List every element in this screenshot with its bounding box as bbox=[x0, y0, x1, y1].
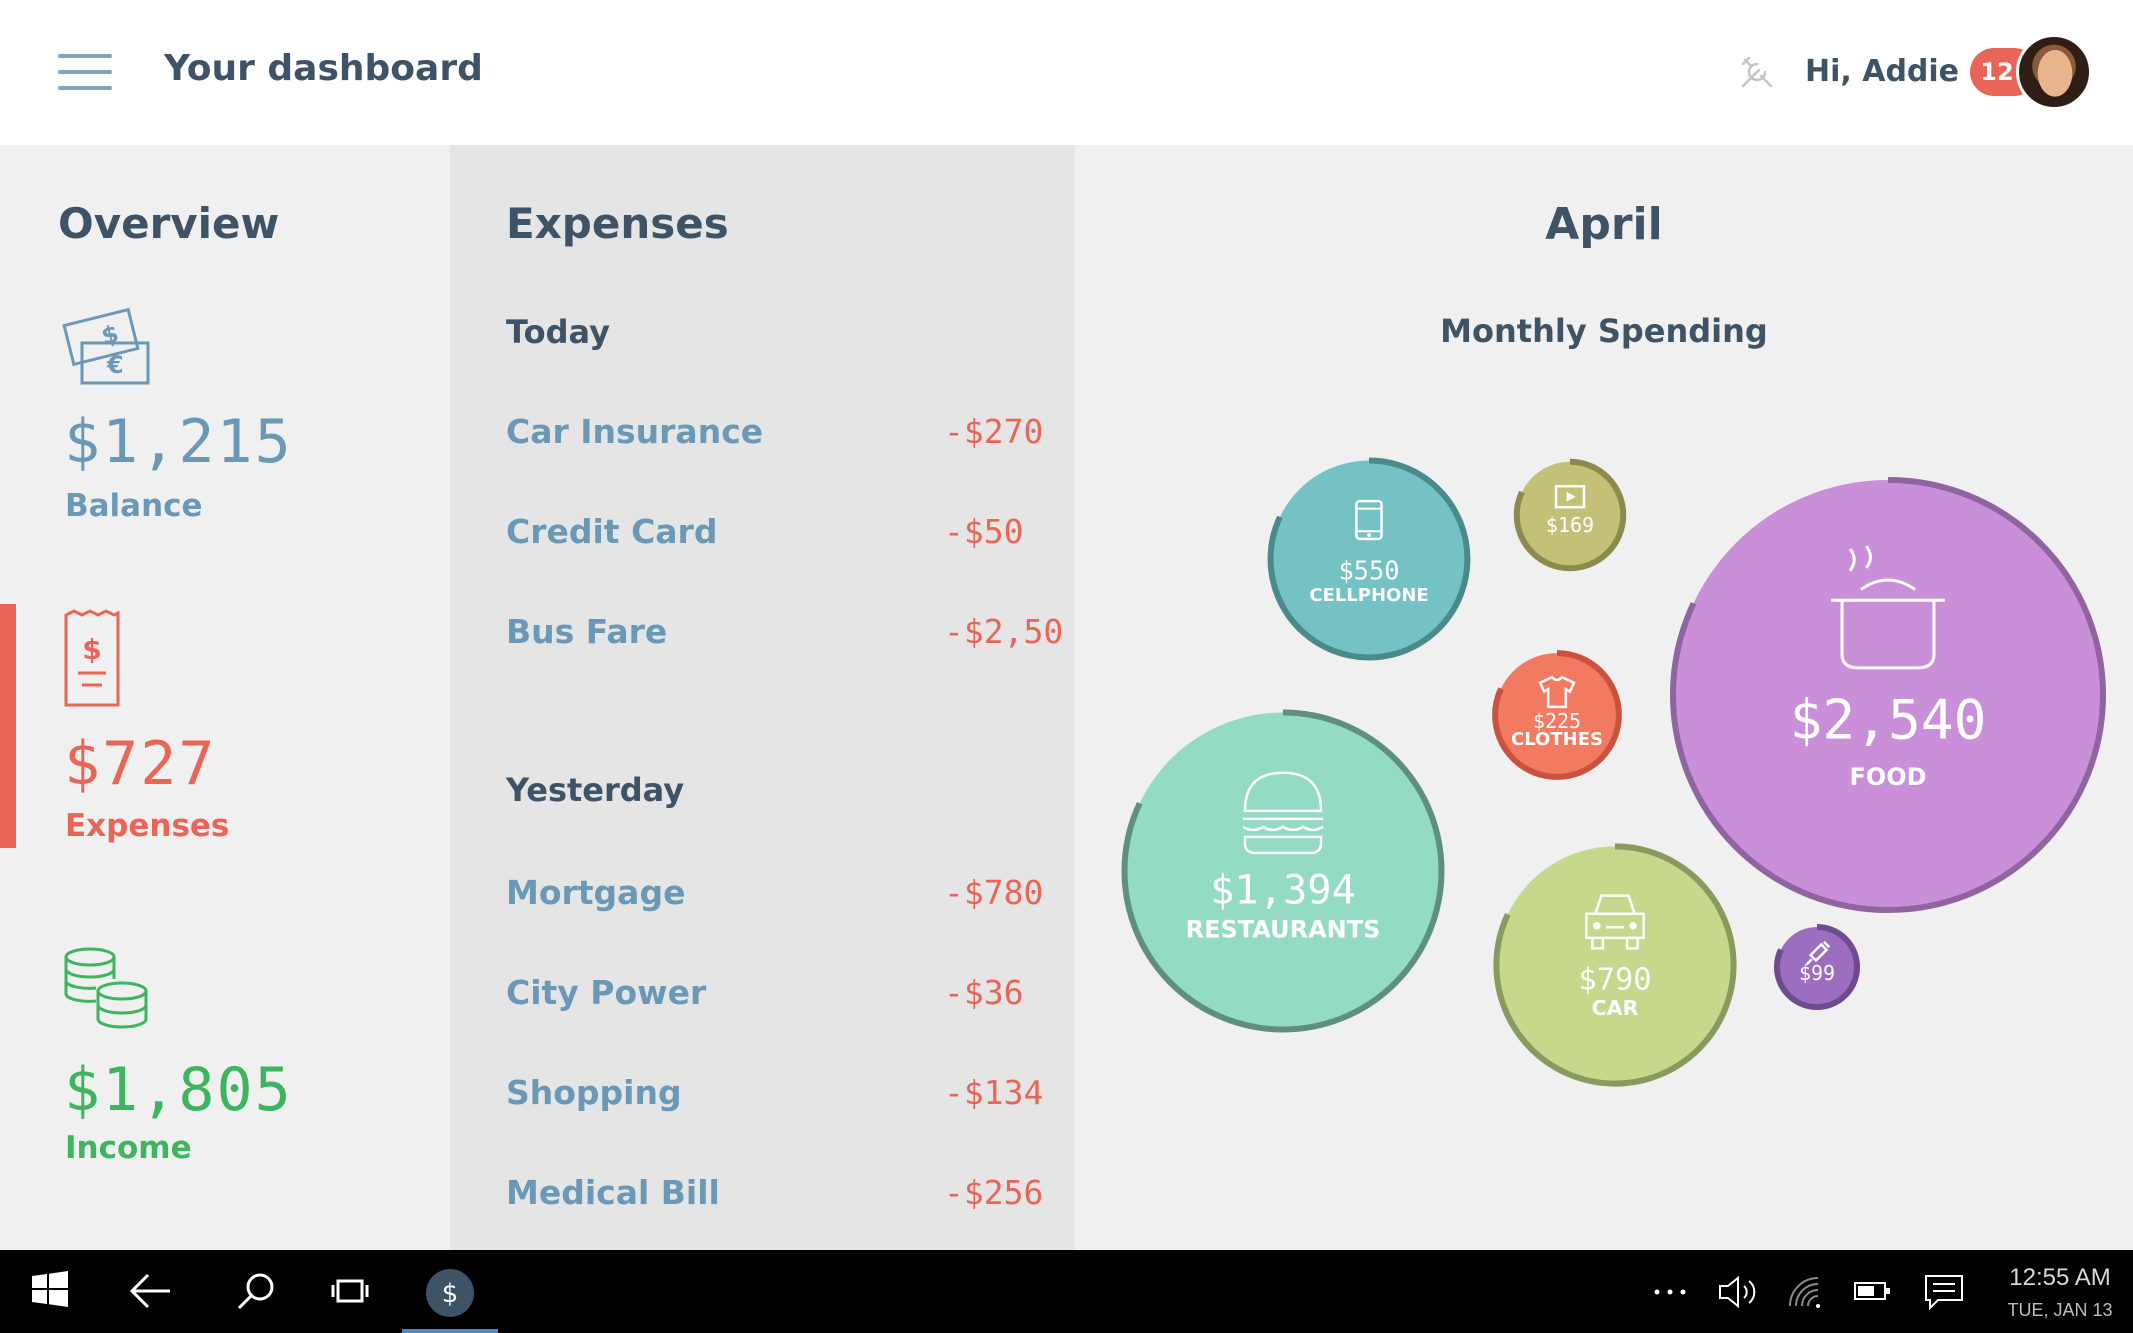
bubble-amount: $169 bbox=[1546, 513, 1594, 537]
dollar-app-icon: $ bbox=[426, 1269, 474, 1317]
expense-amount: -$50 bbox=[944, 512, 1024, 551]
bubble-label: FOOD bbox=[1849, 763, 1926, 791]
bubble-amount: $99 bbox=[1799, 961, 1835, 985]
wifi-icon bbox=[1789, 1277, 1820, 1308]
spending-bubble-chart: $550CELLPHONE $169 $2,540 FOOD $225CLOTHES $1… bbox=[1121, 457, 2106, 1087]
app-header: Your dashboard Hi, Addie 12 bbox=[0, 0, 2133, 145]
bubble-clothes[interactable]: $225CLOTHES bbox=[1492, 650, 1622, 780]
task-view-icon bbox=[331, 1279, 369, 1303]
svg-text:$: $ bbox=[442, 1279, 459, 1309]
expense-row[interactable]: Bus Fare -$2,50 bbox=[506, 612, 1063, 662]
avatar[interactable] bbox=[2016, 34, 2092, 110]
bubble-amount: $790 bbox=[1578, 962, 1651, 997]
search-button[interactable] bbox=[218, 1250, 298, 1333]
expense-amount: -$2,50 bbox=[944, 612, 1064, 651]
overflow-button[interactable] bbox=[1645, 1250, 1695, 1333]
volume-icon bbox=[1719, 1275, 1756, 1309]
svg-text:$: $ bbox=[99, 319, 122, 350]
bubble-item-1[interactable]: $169 bbox=[1513, 458, 1627, 572]
bubble-label: CAR bbox=[1591, 996, 1638, 1020]
coins-icon bbox=[64, 947, 148, 1029]
action-center-button[interactable] bbox=[1918, 1250, 1972, 1333]
svg-text:$: $ bbox=[82, 633, 101, 666]
bubble-car[interactable]: $790CAR bbox=[1493, 843, 1737, 1087]
menu-icon[interactable] bbox=[58, 54, 112, 90]
expenses-value: $727 bbox=[64, 729, 217, 799]
money-bills-icon: $ € bbox=[62, 307, 150, 385]
expense-name: Medical Bill bbox=[506, 1173, 720, 1212]
volume-button[interactable] bbox=[1712, 1250, 1762, 1333]
taskbar: $ 12:55 AM TUE, JAN 13 bbox=[0, 1250, 2133, 1333]
clock-time[interactable]: 12:55 AM bbox=[2000, 1264, 2120, 1292]
expense-name: Credit Card bbox=[506, 512, 718, 551]
tools-icon[interactable] bbox=[1737, 52, 1777, 92]
expense-amount: -$780 bbox=[944, 873, 1044, 912]
expense-amount: -$36 bbox=[944, 973, 1024, 1012]
expense-name: Shopping bbox=[506, 1073, 682, 1112]
overview-panel: Overview $ € $1,215 Balance $ $727 Expen… bbox=[0, 145, 450, 1250]
bubble-item-6[interactable]: $99 bbox=[1773, 923, 1861, 1011]
back-button[interactable] bbox=[110, 1250, 190, 1333]
expenses-label: Expenses bbox=[65, 808, 230, 844]
start-button[interactable] bbox=[0, 1250, 100, 1333]
page-title: Your dashboard bbox=[164, 48, 483, 89]
notifications-icon bbox=[1925, 1275, 1963, 1310]
expense-amount: -$256 bbox=[944, 1173, 1044, 1212]
expense-name: Car Insurance bbox=[506, 412, 764, 451]
bubble-label: CLOTHES bbox=[1511, 729, 1603, 750]
expenses-panel: Expenses Today Car Insurance -$270 Credi… bbox=[450, 145, 1075, 1250]
clock-date[interactable]: TUE, JAN 13 bbox=[2000, 1300, 2120, 1321]
spending-panel: April Monthly Spending $550 CELLPHONE $169… bbox=[1075, 145, 2133, 1250]
user-greeting: Hi, Addie bbox=[1805, 54, 1960, 89]
bubble-amount: $550 bbox=[1338, 555, 1399, 585]
search-icon bbox=[237, 1273, 274, 1310]
bubble-restaurants[interactable]: $1,394 RESTAURANTS bbox=[1121, 709, 1445, 1033]
expense-name: City Power bbox=[506, 973, 707, 1012]
expense-amount: -$270 bbox=[944, 412, 1044, 451]
bubble-label: RESTAURANTS bbox=[1186, 916, 1381, 944]
expense-row[interactable]: Shopping -$134 bbox=[506, 1073, 1046, 1123]
expense-row[interactable]: Medical Bill -$256 bbox=[506, 1173, 1046, 1223]
app-taskbar-button[interactable]: $ bbox=[402, 1250, 498, 1333]
bubble-amount: $2,540 bbox=[1790, 688, 1987, 752]
expense-name: Mortgage bbox=[506, 873, 686, 912]
back-arrow-icon bbox=[129, 1273, 170, 1309]
svg-text:€: € bbox=[106, 351, 124, 379]
receipt-icon: $ bbox=[64, 609, 120, 707]
more-icon bbox=[1654, 1289, 1686, 1295]
expense-row[interactable]: Mortgage -$780 bbox=[506, 873, 1046, 923]
expense-row[interactable]: Credit Card -$50 bbox=[506, 512, 1046, 562]
network-button[interactable] bbox=[1780, 1250, 1830, 1333]
active-indicator bbox=[0, 604, 16, 848]
expense-row[interactable]: Car Insurance -$270 bbox=[506, 412, 1046, 462]
task-view-button[interactable] bbox=[310, 1250, 390, 1333]
balance-value: $1,215 bbox=[64, 407, 293, 477]
battery-button[interactable] bbox=[1848, 1250, 1898, 1333]
bubble-label: CELLPHONE bbox=[1309, 585, 1428, 606]
expense-name: Bus Fare bbox=[506, 612, 668, 651]
balance-label: Balance bbox=[65, 488, 203, 524]
bubble-food[interactable]: $2,540 FOOD bbox=[1670, 477, 2106, 913]
day-heading-today: Today bbox=[506, 313, 610, 351]
expense-amount: -$134 bbox=[944, 1073, 1044, 1112]
income-value: $1,805 bbox=[64, 1055, 293, 1125]
active-app-indicator bbox=[402, 1329, 498, 1333]
overview-title: Overview bbox=[58, 199, 280, 248]
day-heading-yesterday: Yesterday bbox=[506, 771, 685, 809]
bubble-cellphone[interactable]: $550CELLPHONE bbox=[1267, 457, 1471, 661]
expenses-title: Expenses bbox=[506, 199, 729, 248]
expense-row[interactable]: City Power -$36 bbox=[506, 973, 1046, 1023]
bubble-amount: $1,394 bbox=[1210, 866, 1356, 913]
income-label: Income bbox=[65, 1130, 192, 1166]
battery-icon bbox=[1854, 1282, 1890, 1300]
windows-logo-icon bbox=[32, 1271, 68, 1307]
